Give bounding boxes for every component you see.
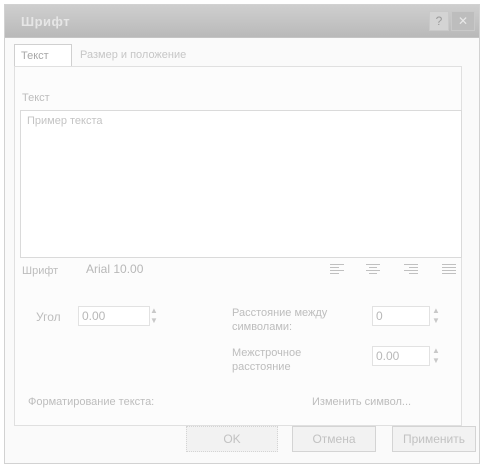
angle-spinner[interactable]: ▲ ▼ <box>148 306 160 326</box>
align-right-icon[interactable] <box>404 264 418 276</box>
window-title: Шрифт <box>21 14 71 29</box>
tab-size-position[interactable]: Размер и положение <box>74 44 234 66</box>
char-spacing-spinner[interactable]: ▲ ▼ <box>430 306 442 326</box>
tab-text[interactable]: Текст <box>14 44 72 66</box>
angle-input[interactable]: 0.00 <box>78 306 150 326</box>
apply-button[interactable]: Применить <box>392 426 476 452</box>
text-input[interactable]: Пример текста <box>20 110 462 258</box>
align-justify-icon[interactable] <box>442 264 456 276</box>
format-text-label: Форматирование текста: <box>28 396 155 408</box>
title-bar: Шрифт ? ✕ <box>5 5 479 38</box>
align-left-icon[interactable] <box>330 264 344 276</box>
ok-button[interactable]: OK <box>186 426 278 452</box>
align-center-icon[interactable] <box>366 264 380 276</box>
angle-label: Угол <box>36 310 61 324</box>
text-label: Текст <box>22 92 50 104</box>
close-button[interactable]: ✕ <box>451 11 475 31</box>
line-spacing-input[interactable]: 0.00 <box>372 346 430 366</box>
line-spacing-label: Межстрочное расстояние <box>232 347 302 373</box>
cancel-button[interactable]: Отмена <box>292 426 376 452</box>
line-spacing-spinner[interactable]: ▲ ▼ <box>430 346 442 366</box>
char-spacing-label: Расстояние между символами: <box>232 307 328 333</box>
font-label: Шрифт <box>22 265 59 277</box>
font-value[interactable]: Arial 10.00 <box>86 262 143 276</box>
change-symbol-button[interactable]: Изменить символ... <box>312 396 411 408</box>
help-button[interactable]: ? <box>429 11 449 31</box>
char-spacing-input[interactable]: 0 <box>372 306 430 326</box>
